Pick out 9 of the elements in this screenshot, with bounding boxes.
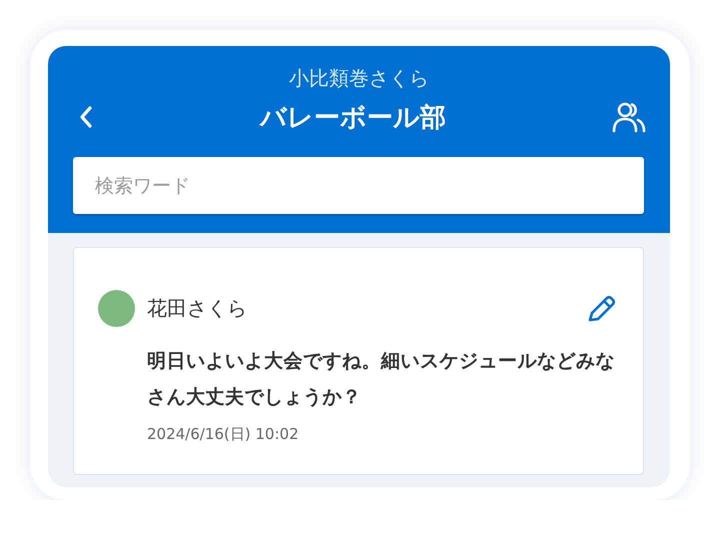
search-field[interactable]: 検索ワード (73, 157, 644, 214)
post-time: 2024/6/16(日) 10:02 (147, 425, 300, 444)
pencil-icon[interactable] (587, 294, 617, 322)
people-icon[interactable] (612, 100, 646, 134)
author-name: 花田さくら (147, 295, 248, 322)
message-text: 明日いよいよ大会ですね。細いスケジュールなどみなさん大丈夫でしょうか？ (147, 349, 616, 410)
user-name: 小比類巻さくら (288, 65, 430, 92)
back-icon[interactable] (78, 105, 94, 129)
page-title: バレーボール部 (260, 102, 446, 134)
